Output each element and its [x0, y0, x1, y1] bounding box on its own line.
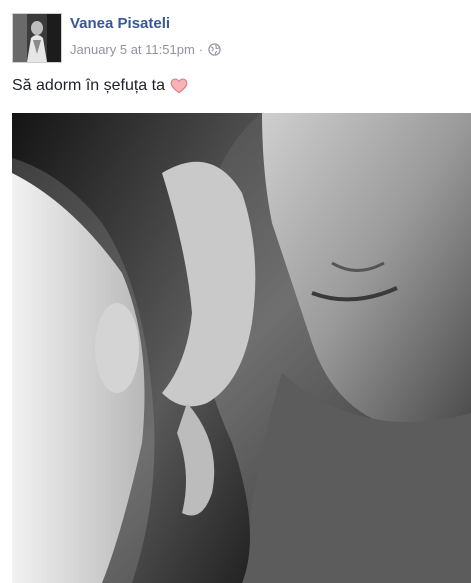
post-meta: January 5 at 11:51pm · [70, 42, 221, 57]
meta-separator: · [198, 42, 204, 57]
author-name-link[interactable]: Vanea Pisateli [70, 15, 170, 32]
post-photo[interactable] [12, 113, 471, 583]
post-timestamp[interactable]: January 5 at 11:51pm [70, 42, 195, 57]
author-avatar[interactable] [12, 13, 62, 63]
globe-icon[interactable] [208, 43, 221, 56]
post-text: Să adorm în șefuța ta [12, 77, 188, 95]
photo-image [12, 113, 471, 583]
feed-post: Vanea Pisateli January 5 at 11:51pm · Să… [0, 0, 471, 583]
heart-icon [170, 78, 188, 94]
avatar-image [13, 14, 61, 62]
post-header: Vanea Pisateli January 5 at 11:51pm · [12, 13, 462, 63]
post-message: Să adorm în șefuța ta [12, 77, 165, 94]
